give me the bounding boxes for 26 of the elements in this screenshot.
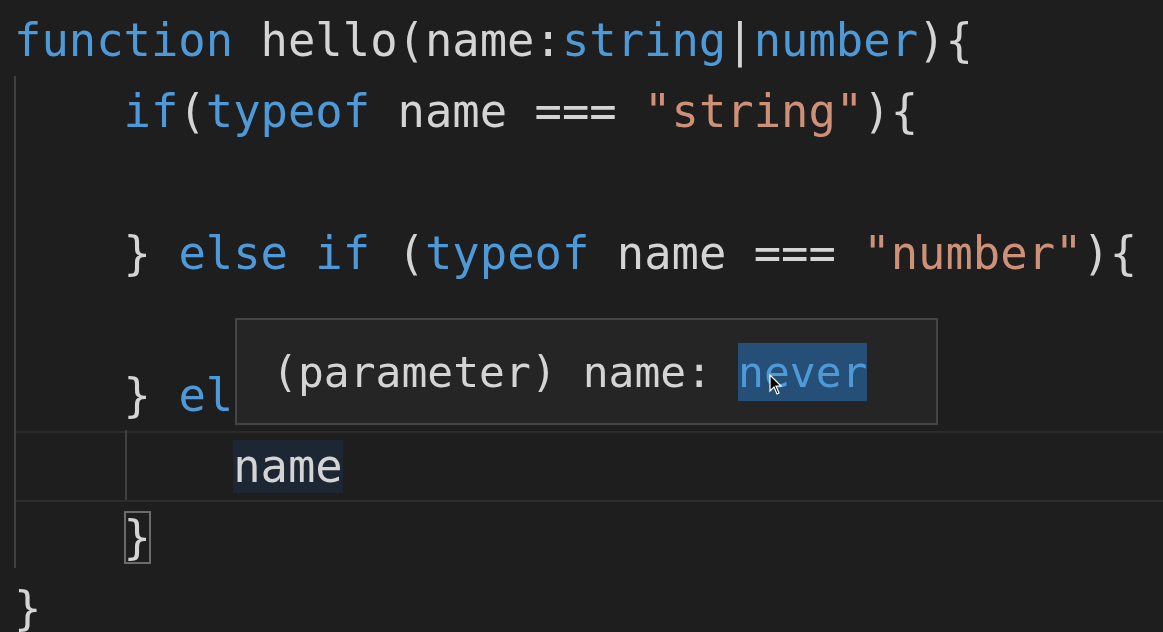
code-text: name === <box>616 227 837 280</box>
code-text: ( <box>397 227 425 280</box>
tooltip-text: (parameter) name: <box>272 346 714 397</box>
code-text: hello(name: <box>260 14 562 67</box>
tooltip-type: never <box>738 342 868 401</box>
code-keyword: else if <box>178 227 371 280</box>
code-text: ){ <box>918 14 973 67</box>
code-text: } <box>123 227 151 280</box>
code-text: name === <box>397 85 618 138</box>
code-string: "string" <box>644 85 864 138</box>
code-text: } <box>123 369 151 422</box>
code-keyword: function <box>14 14 234 67</box>
code-keyword: el <box>178 369 234 422</box>
code-text: ){ <box>1082 227 1138 280</box>
code-keyword: typeof <box>205 85 371 138</box>
code-string: "number" <box>863 227 1083 280</box>
code-text: ( <box>178 85 206 138</box>
code-text: | <box>726 14 754 67</box>
code-word: name <box>233 440 343 493</box>
code-text: ){ <box>863 85 919 138</box>
code-keyword: typeof <box>424 227 590 280</box>
code-text: } <box>14 582 42 632</box>
code-bracket: } <box>123 511 151 564</box>
code-type: number <box>753 14 919 67</box>
code-keyword: if <box>123 85 179 138</box>
code-type: string <box>561 14 727 67</box>
